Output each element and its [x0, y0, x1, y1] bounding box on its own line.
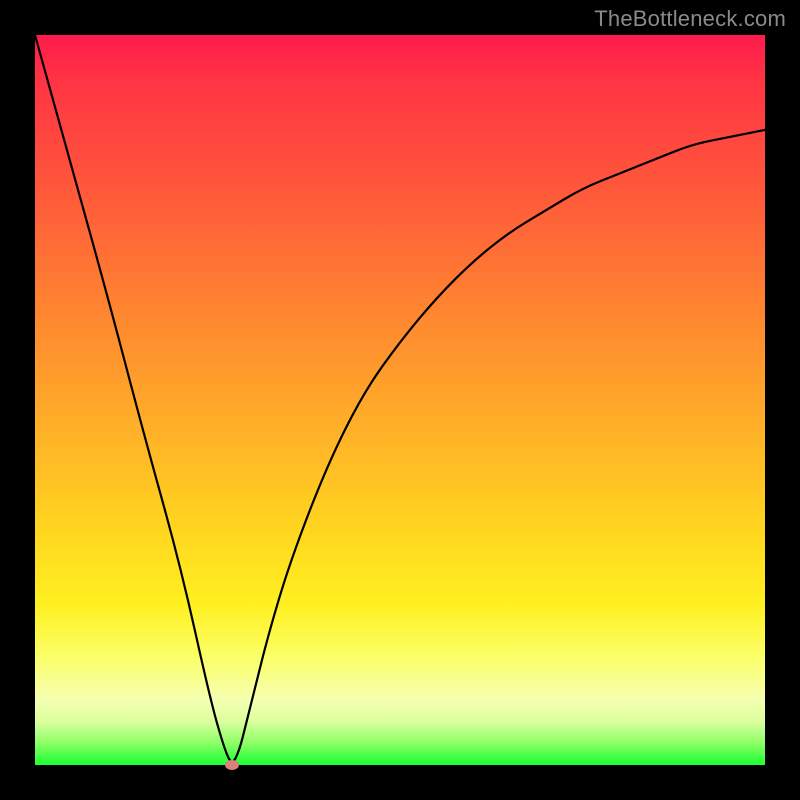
plot-area [35, 35, 765, 765]
chart-frame: TheBottleneck.com [0, 0, 800, 800]
watermark-text: TheBottleneck.com [594, 6, 786, 32]
minimum-marker [225, 760, 239, 770]
curve-svg [35, 35, 765, 765]
bottleneck-curve [35, 35, 765, 761]
